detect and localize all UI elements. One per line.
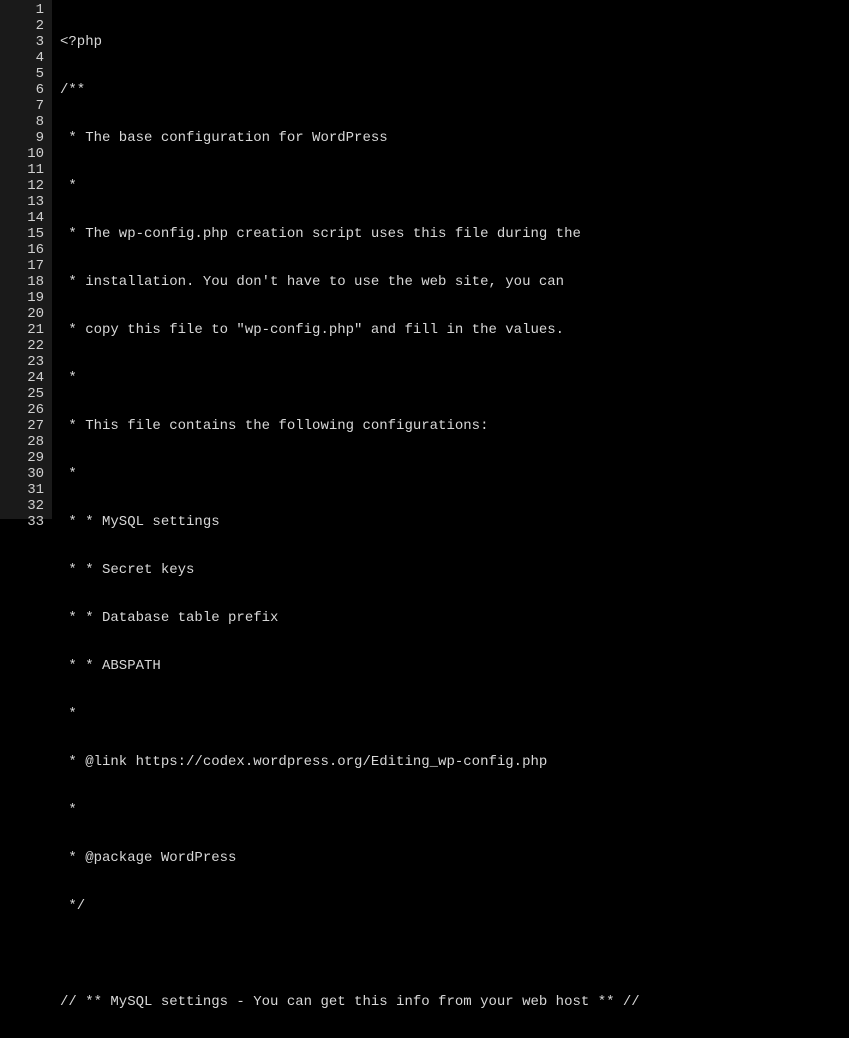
line-number: 6 bbox=[4, 82, 44, 98]
code-line: */ bbox=[60, 898, 849, 914]
line-number-gutter: 1 2 3 4 5 6 7 8 9 10 11 12 13 14 15 16 1… bbox=[0, 0, 52, 519]
code-line: * The base configuration for WordPress bbox=[60, 130, 849, 146]
line-number: 31 bbox=[4, 482, 44, 498]
line-number: 21 bbox=[4, 322, 44, 338]
line-number: 17 bbox=[4, 258, 44, 274]
line-number: 28 bbox=[4, 434, 44, 450]
line-number: 8 bbox=[4, 114, 44, 130]
code-line: <?php bbox=[60, 34, 849, 50]
code-line: * @package WordPress bbox=[60, 850, 849, 866]
code-line: * bbox=[60, 178, 849, 194]
line-number: 12 bbox=[4, 178, 44, 194]
line-number: 1 bbox=[4, 2, 44, 18]
code-line: * installation. You don't have to use th… bbox=[60, 274, 849, 290]
line-number: 25 bbox=[4, 386, 44, 402]
code-line: * @link https://codex.wordpress.org/Edit… bbox=[60, 754, 849, 770]
code-line: /** bbox=[60, 82, 849, 98]
line-number: 4 bbox=[4, 50, 44, 66]
line-number: 18 bbox=[4, 274, 44, 290]
code-line: * * ABSPATH bbox=[60, 658, 849, 674]
code-line: * bbox=[60, 802, 849, 818]
code-line: * bbox=[60, 466, 849, 482]
line-number: 19 bbox=[4, 290, 44, 306]
line-number: 23 bbox=[4, 354, 44, 370]
code-line: * This file contains the following confi… bbox=[60, 418, 849, 434]
code-line: // ** MySQL settings - You can get this … bbox=[60, 994, 849, 1010]
line-number: 13 bbox=[4, 194, 44, 210]
line-number: 24 bbox=[4, 370, 44, 386]
line-number: 16 bbox=[4, 242, 44, 258]
code-line bbox=[60, 946, 849, 962]
line-number: 11 bbox=[4, 162, 44, 178]
line-number: 10 bbox=[4, 146, 44, 162]
line-number: 5 bbox=[4, 66, 44, 82]
line-number: 7 bbox=[4, 98, 44, 114]
line-number: 26 bbox=[4, 402, 44, 418]
code-line: * The wp-config.php creation script uses… bbox=[60, 226, 849, 242]
line-number: 33 bbox=[4, 514, 44, 530]
line-number: 27 bbox=[4, 418, 44, 434]
code-editor-area[interactable]: <?php /** * The base configuration for W… bbox=[52, 0, 849, 519]
line-number: 22 bbox=[4, 338, 44, 354]
line-number: 32 bbox=[4, 498, 44, 514]
code-line: * bbox=[60, 370, 849, 386]
line-number: 20 bbox=[4, 306, 44, 322]
code-line: * * Secret keys bbox=[60, 562, 849, 578]
line-number: 9 bbox=[4, 130, 44, 146]
line-number: 14 bbox=[4, 210, 44, 226]
code-line: * * Database table prefix bbox=[60, 610, 849, 626]
line-number: 15 bbox=[4, 226, 44, 242]
code-line: * bbox=[60, 706, 849, 722]
line-number: 3 bbox=[4, 34, 44, 50]
code-line: * copy this file to "wp-config.php" and … bbox=[60, 322, 849, 338]
line-number: 2 bbox=[4, 18, 44, 34]
line-number: 30 bbox=[4, 466, 44, 482]
line-number: 29 bbox=[4, 450, 44, 466]
code-line: * * MySQL settings bbox=[60, 514, 849, 530]
